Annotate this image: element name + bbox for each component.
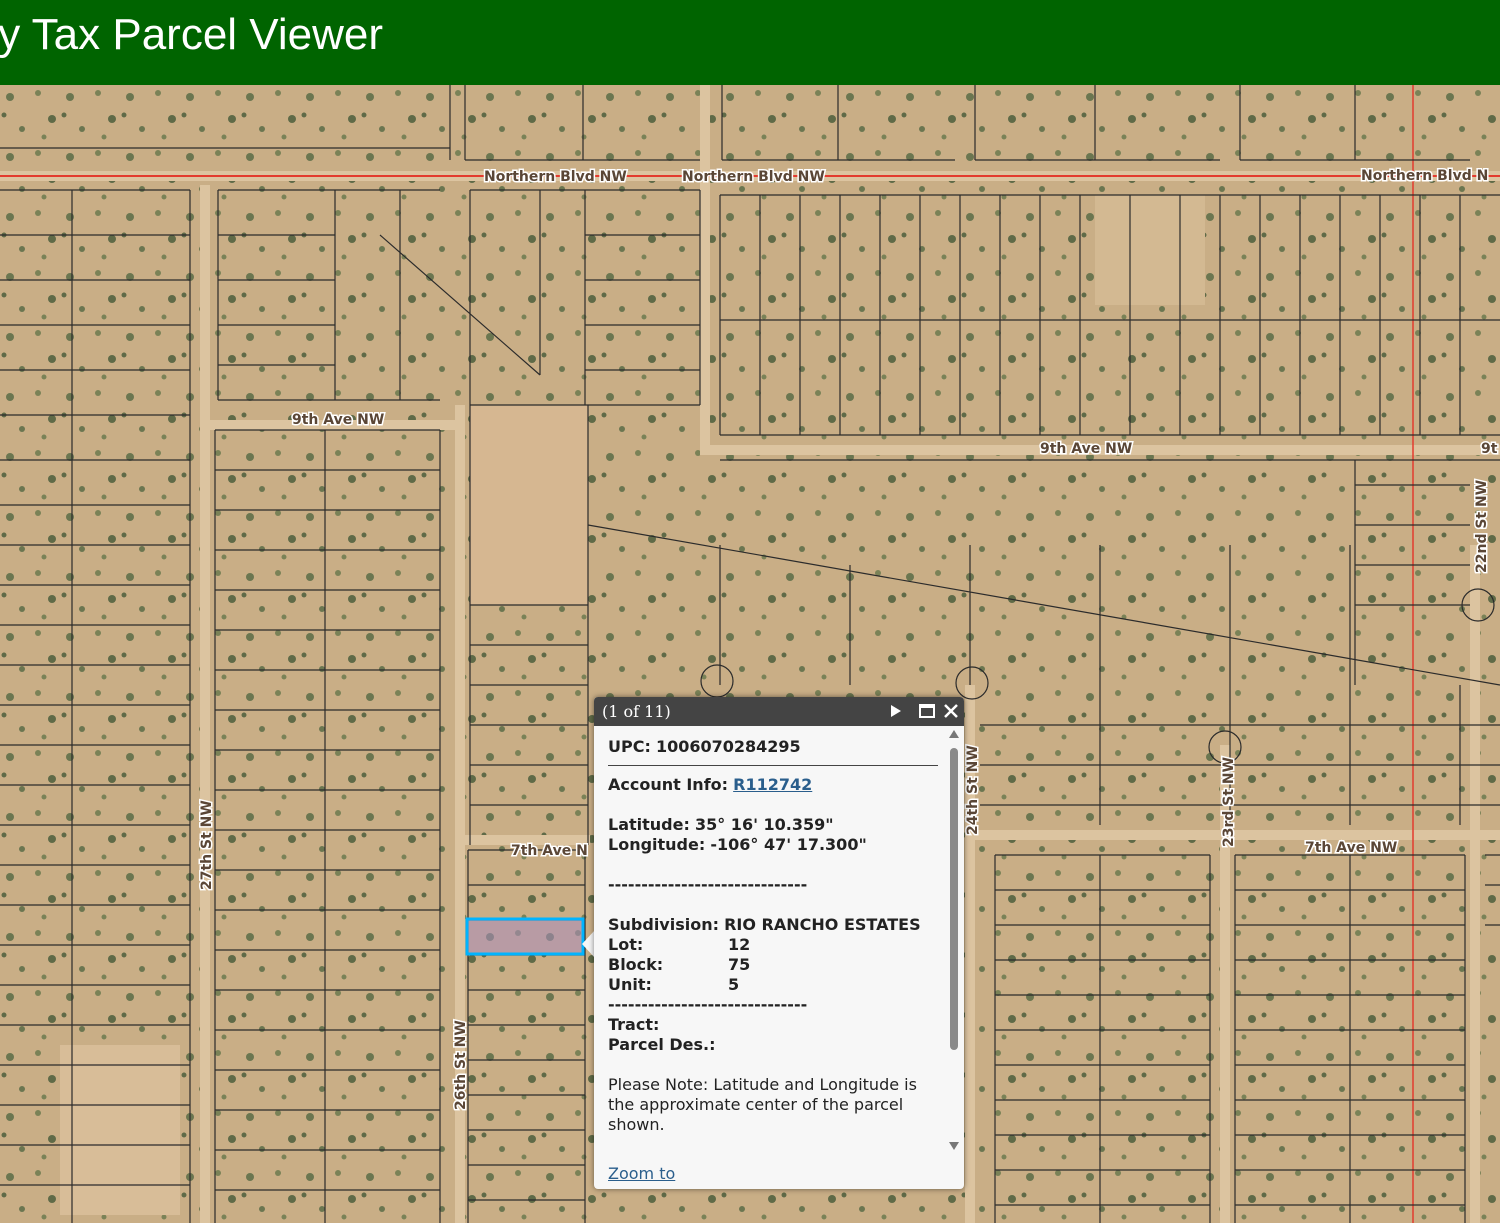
lot-value: 12 [728, 935, 751, 954]
popup-counter: (1 of 11) [602, 702, 671, 721]
parcel-des-label: Parcel Des.: [608, 1035, 716, 1054]
road-label-7th-ave: 7th Ave NW [1305, 840, 1397, 856]
close-icon [944, 704, 958, 718]
road-label-22nd-st: 22nd St NW [1474, 480, 1490, 573]
road-label-northern-blvd: Northern Blvd NW [682, 169, 825, 185]
account-label: Account Info: [608, 775, 729, 794]
latitude-row: Latitude: 35° 16' 10.359" [608, 815, 938, 835]
account-row: Account Info: R112742 [608, 775, 938, 795]
dash-separator: ------------------------------ [608, 875, 808, 894]
longitude-value: -106° 47' 17.300" [710, 835, 867, 854]
triangle-down-icon[interactable] [949, 1142, 959, 1150]
popup-content: UPC: 1006070284295 Account Info: R112742… [608, 737, 938, 1135]
maximize-icon [919, 704, 935, 718]
block-label: Block: [608, 955, 664, 974]
road-label-northern-blvd: Northern Blvd NW [484, 169, 627, 185]
road-label-9th-ave: 9t [1481, 441, 1498, 457]
road-label-9th-ave: 9th Ave NW [292, 412, 384, 428]
dash-separator: ------------------------------ [608, 995, 808, 1014]
triangle-up-icon[interactable] [949, 730, 959, 738]
block-row: Block: 75 [608, 955, 938, 975]
road-label-9th-ave: 9th Ave NW [1040, 441, 1132, 457]
latitude-value: 35° 16' 10.359" [694, 815, 834, 834]
lot-row: Lot: 12 [608, 935, 938, 955]
parcel-popup: (1 of 11) UPC: 1006070284295 Account Inf… [594, 697, 964, 1189]
upc-row: UPC: 1006070284295 [608, 737, 938, 757]
road-label-7th-ave: 7th Ave N [511, 843, 588, 859]
road-label-26th-st: 26th St NW [453, 1020, 469, 1110]
close-button[interactable] [942, 702, 960, 720]
cleared-lot [470, 405, 588, 605]
maximize-button[interactable] [918, 702, 936, 720]
next-button[interactable] [886, 702, 904, 720]
longitude-label: Longitude: [608, 835, 706, 854]
longitude-row: Longitude: -106° 47' 17.300" [608, 835, 938, 855]
road-label-27th-st: 27th St NW [199, 800, 215, 890]
unit-label: Unit: [608, 975, 652, 994]
road-label-24th-st: 24th St NW [965, 745, 981, 835]
app-title: ty Tax Parcel Viewer [0, 10, 383, 59]
latitude-label: Latitude: [608, 815, 690, 834]
lot-label: Lot: [608, 935, 644, 954]
cleared-lot [1095, 195, 1205, 305]
subdivision-label: Subdivision: [608, 915, 720, 934]
unit-value: 5 [728, 975, 740, 994]
subdivision-row: Subdivision: RIO RANCHO ESTATES [608, 915, 938, 935]
road-label-23rd-st: 23rd St NW [1221, 757, 1237, 847]
popup-scrollbar[interactable] [944, 726, 964, 1158]
upc-label: UPC: [608, 737, 651, 756]
block-value: 75 [728, 955, 751, 974]
location-note: Please Note: Latitude and Longitude is t… [608, 1075, 917, 1134]
scrollbar-thumb[interactable] [950, 748, 958, 1050]
cleared-lot [60, 1045, 180, 1215]
account-link[interactable]: R112742 [733, 775, 812, 794]
popup-titlebar: (1 of 11) [594, 697, 964, 726]
play-icon [891, 705, 901, 717]
tract-label: Tract: [608, 1015, 660, 1034]
zoom-to-link[interactable]: Zoom to [608, 1164, 675, 1183]
app-header: ty Tax Parcel Viewer [0, 0, 1500, 85]
upc-value: 1006070284295 [655, 737, 801, 756]
road-label-northern-blvd: Northern Blvd N [1361, 168, 1488, 184]
selected-parcel[interactable] [465, 917, 585, 956]
unit-row: Unit: 5 [608, 975, 938, 995]
subdivision-value: RIO RANCHO ESTATES [724, 915, 921, 934]
